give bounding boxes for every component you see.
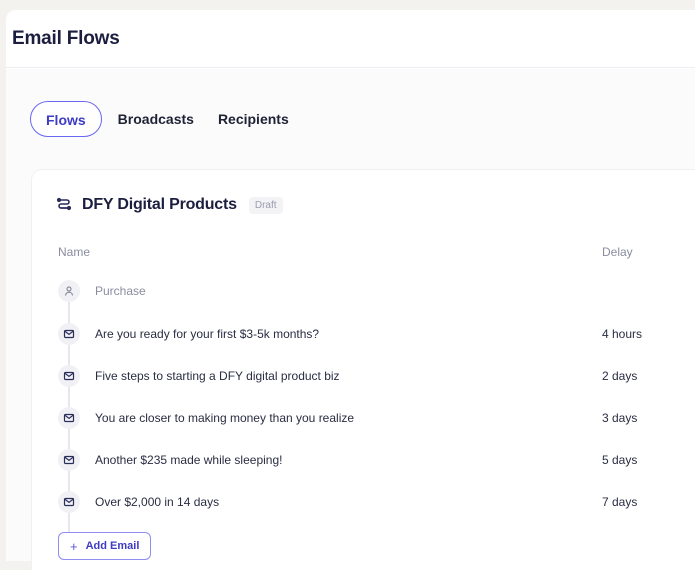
tab-broadcasts[interactable]: Broadcasts: [106, 101, 206, 137]
column-header-name: Name: [58, 245, 91, 259]
email-subject: Are you ready for your first $3-5k month…: [95, 327, 320, 341]
flow-card: DFY Digital Products Draft Name Delay Pu…: [32, 170, 695, 570]
mail-icon: [58, 491, 80, 513]
plus-icon: +: [70, 538, 78, 554]
email-row[interactable]: Are you ready for your first $3-5k month…: [58, 323, 678, 345]
mail-icon: [58, 407, 80, 429]
column-header-delay: Delay: [602, 245, 633, 259]
email-delay: 4 hours: [602, 327, 643, 341]
user-icon: [58, 280, 80, 302]
email-delay: 7 days: [602, 495, 638, 509]
page-header: Email Flows: [6, 10, 695, 68]
email-subject: Another $235 made while sleeping!: [95, 453, 283, 467]
add-email-button[interactable]: + Add Email: [58, 532, 152, 560]
add-email-label: Add Email: [85, 540, 140, 552]
trigger-row[interactable]: Purchase: [58, 280, 678, 302]
email-row[interactable]: Another $235 made while sleeping! 5 days: [58, 449, 678, 471]
tab-bar: Flows Broadcasts Recipients: [30, 101, 301, 137]
email-subject: You are closer to making money than you …: [95, 411, 355, 425]
tab-recipients[interactable]: Recipients: [206, 101, 301, 137]
email-row[interactable]: Over $2,000 in 14 days 7 days: [58, 491, 678, 513]
mail-icon: [58, 449, 80, 471]
email-subject: Over $2,000 in 14 days: [95, 495, 220, 509]
page-title: Email Flows: [12, 27, 120, 49]
email-delay: 2 days: [602, 369, 638, 383]
main-content: Flows Broadcasts Recipients DFY Digital …: [6, 69, 695, 570]
email-flows-window: Email Flows Flows Broadcasts Recipients …: [6, 10, 695, 570]
mail-icon: [58, 323, 80, 345]
email-row[interactable]: You are closer to making money than you …: [58, 407, 678, 429]
flow-header: DFY Digital Products Draft: [56, 196, 283, 214]
email-delay: 3 days: [602, 411, 638, 425]
email-subject: Five steps to starting a DFY digital pro…: [95, 369, 340, 383]
status-badge: Draft: [248, 196, 283, 214]
mail-icon: [58, 365, 80, 387]
trigger-label: Purchase: [95, 284, 146, 298]
flow-icon: [56, 197, 72, 211]
tab-flows[interactable]: Flows: [30, 101, 102, 137]
email-delay: 5 days: [602, 453, 638, 467]
email-row[interactable]: Five steps to starting a DFY digital pro…: [58, 365, 678, 387]
flow-title[interactable]: DFY Digital Products: [82, 196, 237, 214]
